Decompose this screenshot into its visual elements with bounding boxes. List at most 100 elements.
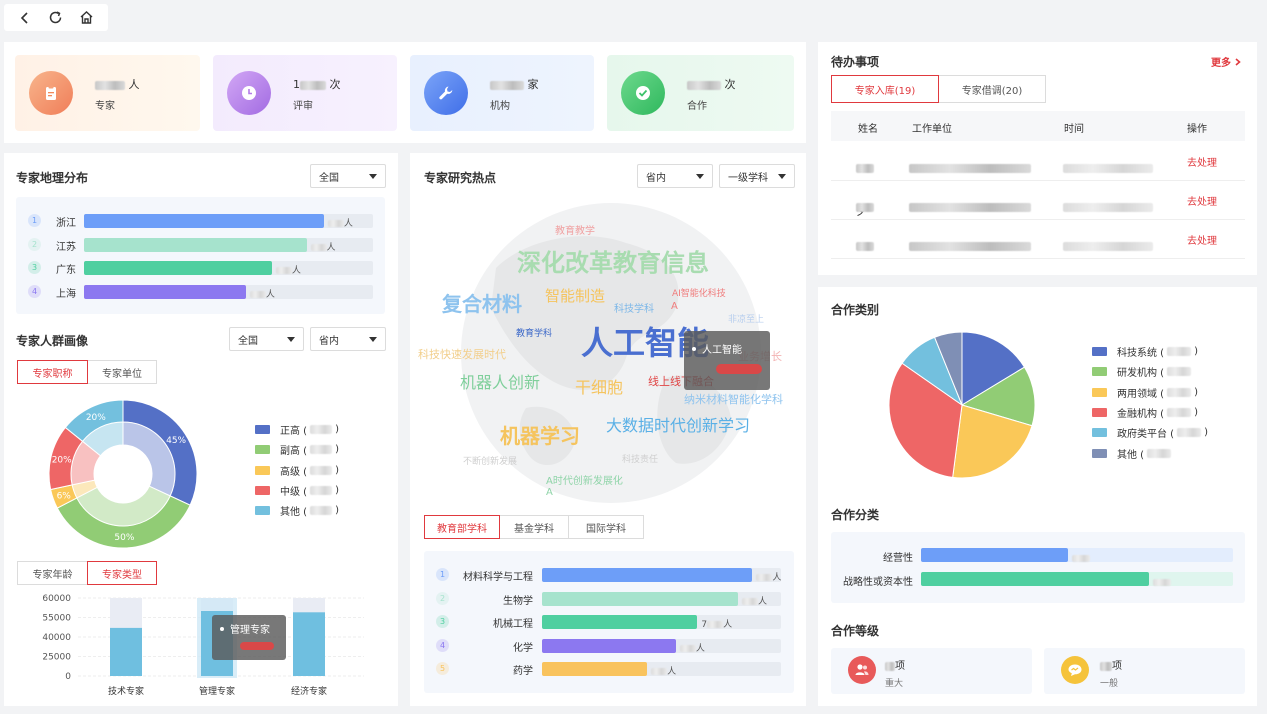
hotspot-discipline-select[interactable]: 一级学科 bbox=[719, 164, 795, 188]
portrait-tabs: 专家职称 专家单位 bbox=[17, 360, 157, 384]
tab-expert-entry[interactable]: 专家入库(19) bbox=[831, 75, 939, 103]
check-circle-icon bbox=[621, 71, 665, 115]
legend-label: 科技系统 ( bbox=[1117, 348, 1165, 359]
coop-title: 合作类别 bbox=[831, 303, 880, 317]
rank-value: 人 bbox=[679, 641, 705, 654]
tab-fund-discipline[interactable]: 基金学科 bbox=[499, 515, 569, 539]
clock-icon bbox=[227, 71, 271, 115]
word-cloud-item[interactable]: 科技学科 bbox=[614, 300, 654, 315]
portrait-scope-select[interactable]: 省内 bbox=[310, 327, 386, 351]
caret-down-icon bbox=[696, 173, 704, 179]
tooltip-label: 人工智能 bbox=[702, 345, 742, 356]
legend-label: 中级 ( bbox=[280, 486, 308, 498]
caret-down-icon bbox=[778, 173, 786, 179]
tab-type[interactable]: 专家类型 bbox=[87, 561, 157, 585]
word-cloud-item[interactable]: 科技快速发展时代 bbox=[418, 346, 506, 362]
word-cloud-item[interactable]: AI智能化科技 bbox=[672, 286, 726, 299]
word-cloud-item[interactable]: 非凉至上 bbox=[728, 312, 764, 325]
process-link[interactable]: 去处理 bbox=[1187, 154, 1217, 169]
legend-item: 政府类平台 () bbox=[1092, 425, 1208, 440]
legend-swatch bbox=[255, 445, 270, 455]
legend-swatch bbox=[1092, 428, 1107, 438]
hotspot-title: 专家研究热点 bbox=[424, 171, 497, 185]
level-card-major[interactable]: 项 重大 bbox=[831, 648, 1032, 694]
tab-age[interactable]: 专家年龄 bbox=[17, 561, 88, 585]
stat-card-institutions[interactable]: 家 机构 bbox=[410, 55, 594, 131]
y-tick-label: 25000 bbox=[42, 653, 71, 663]
level-label: 一般 bbox=[1100, 679, 1119, 689]
rank-track: 人 bbox=[542, 638, 781, 654]
legend-label: 正高 ( bbox=[280, 426, 308, 437]
stat-label: 评审 bbox=[293, 101, 313, 112]
word-cloud-item[interactable]: 科技责任 bbox=[622, 452, 658, 465]
level-card-general[interactable]: 项 一般 bbox=[1044, 648, 1245, 694]
stat-card-reviews[interactable]: 1 次 评审 bbox=[213, 55, 397, 131]
refresh-icon[interactable] bbox=[46, 8, 66, 28]
x-tick-label: 经济专家 bbox=[291, 685, 327, 697]
class-name: 经营性 bbox=[883, 553, 913, 564]
class-fill bbox=[921, 548, 1068, 562]
users-icon bbox=[848, 656, 876, 684]
back-icon[interactable] bbox=[15, 8, 35, 28]
legend-item: 科技系统 () bbox=[1092, 344, 1198, 359]
region-select[interactable]: 全国 bbox=[310, 164, 386, 188]
tooltip-value bbox=[716, 364, 762, 374]
word-cloud-item[interactable]: A时代创新发展化 bbox=[546, 472, 623, 487]
stat-label: 机构 bbox=[490, 101, 510, 112]
word-cloud-item[interactable]: 不断创新发展 bbox=[463, 454, 517, 467]
class-name: 战略性或资本性 bbox=[843, 577, 913, 588]
word-cloud-item[interactable]: 智能制造 bbox=[545, 285, 605, 306]
rank-row: 3 机械工程 7 人 bbox=[424, 614, 794, 630]
geo-ranking: 1 浙江人 2 江苏人 3 广东人 4 上海人 bbox=[16, 197, 385, 314]
rank-fill bbox=[542, 662, 648, 676]
wrench-icon bbox=[424, 71, 468, 115]
rank-fill bbox=[542, 591, 738, 606]
word-cloud-item[interactable]: 教育学科 bbox=[516, 326, 552, 339]
word-cloud-item[interactable]: A bbox=[546, 487, 553, 498]
legend-label: 其他 ( bbox=[280, 507, 308, 519]
bar-技术专家 bbox=[110, 627, 142, 676]
home-icon[interactable] bbox=[77, 8, 97, 28]
word-cloud-item[interactable]: 纳米材料智能化学科 bbox=[684, 391, 783, 407]
tab-expert-secondment[interactable]: 专家借调(20) bbox=[938, 75, 1046, 103]
legend-item: 研发机构 ( bbox=[1092, 364, 1194, 379]
rank-fill bbox=[542, 638, 676, 653]
process-link[interactable]: 去处理 bbox=[1187, 232, 1217, 247]
rank-number: 2 bbox=[28, 237, 41, 251]
stat-value: 次 bbox=[687, 76, 736, 92]
portrait-title: 专家人群画像 bbox=[16, 334, 89, 348]
word-cloud-item[interactable]: 大数据时代创新学习 bbox=[606, 412, 750, 436]
y-tick-label: 55000 bbox=[42, 614, 71, 624]
rank-name: 上海 bbox=[56, 288, 76, 300]
portrait-region-select[interactable]: 全国 bbox=[229, 327, 304, 351]
stat-value: 人 bbox=[95, 76, 140, 92]
stat-card-experts[interactable]: 人 专家 bbox=[15, 55, 200, 131]
legend-swatch bbox=[1092, 367, 1107, 377]
type-bar-chart: 600005500040000250000技术专家 管理专家 经济专家 bbox=[42, 594, 364, 697]
rank-name: 生物学 bbox=[503, 595, 533, 607]
word-cloud-item[interactable]: 机器学习 bbox=[500, 420, 580, 449]
level-label: 重大 bbox=[885, 679, 904, 689]
word-cloud-item[interactable]: A bbox=[671, 301, 678, 312]
tab-intl-discipline[interactable]: 国际学科 bbox=[568, 515, 644, 539]
tab-unit[interactable]: 专家单位 bbox=[87, 360, 157, 384]
hotspot-scope-select[interactable]: 省内 bbox=[637, 164, 713, 188]
more-link[interactable]: 更多 bbox=[1211, 54, 1242, 69]
word-cloud-item[interactable]: 深化改革教育信息 bbox=[517, 243, 709, 278]
tab-edu-discipline[interactable]: 教育部学科 bbox=[424, 515, 500, 539]
class-track bbox=[921, 572, 1233, 586]
word-cloud-item[interactable]: 干细胞 bbox=[575, 374, 623, 398]
legend-item: 其他 () bbox=[255, 503, 339, 518]
stat-card-cooperation[interactable]: 次 合作 bbox=[607, 55, 794, 131]
portrait-sub-tabs: 专家年龄 专家类型 bbox=[17, 561, 157, 585]
legend-swatch bbox=[255, 425, 270, 434]
tab-title[interactable]: 专家职称 bbox=[17, 360, 88, 384]
rank-name: 浙江 bbox=[56, 218, 76, 229]
rank-name: 机械工程 bbox=[493, 619, 533, 630]
donut-label: 20% bbox=[86, 413, 106, 423]
word-cloud-item[interactable]: 机器人创新 bbox=[460, 369, 540, 393]
word-cloud-item[interactable]: 教育教学 bbox=[555, 222, 595, 237]
process-link[interactable]: 去处理 bbox=[1187, 193, 1217, 208]
rank-fill bbox=[84, 284, 246, 299]
word-cloud-item[interactable]: 复合材料 bbox=[442, 288, 522, 317]
